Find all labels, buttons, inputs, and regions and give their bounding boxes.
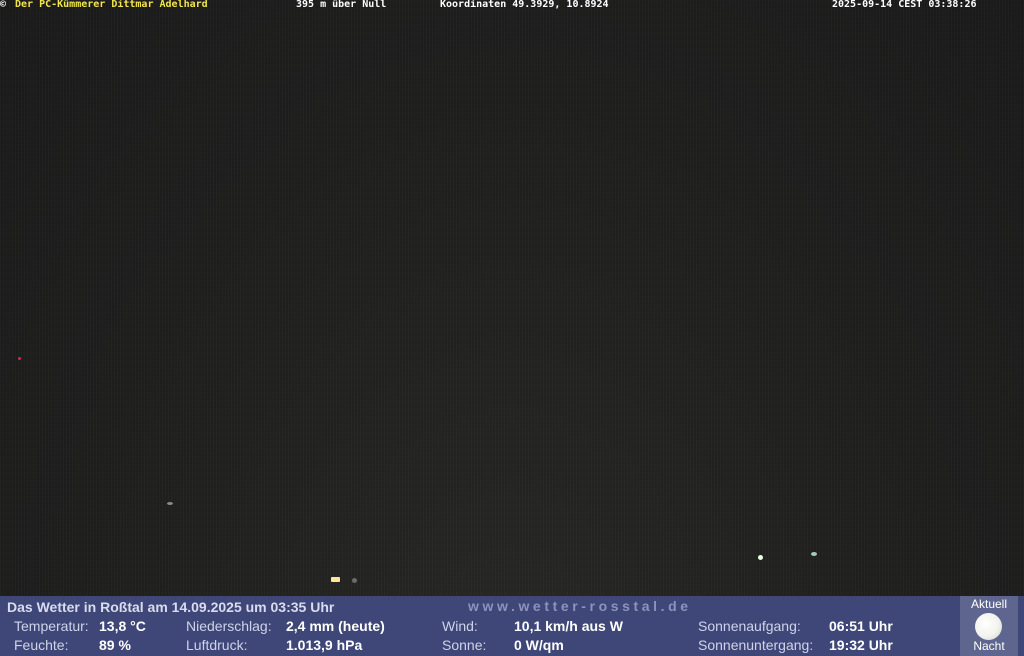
street-light	[18, 357, 21, 360]
label-temperatur: Temperatur:	[14, 618, 89, 634]
value-sonnenaufgang: 06:51 Uhr	[829, 618, 893, 634]
street-light	[352, 578, 357, 583]
value-niederschlag: 2,4 mm (heute)	[286, 618, 385, 634]
street-light	[331, 577, 340, 582]
moon-label-top: Aktuell	[970, 597, 1008, 611]
label-niederschlag: Niederschlag:	[186, 618, 272, 634]
webcam-image	[0, 0, 1024, 596]
weather-title: Das Wetter in Roßtal am 14.09.2025 um 03…	[7, 599, 335, 615]
label-feuchte: Feuchte:	[14, 637, 69, 653]
label-sonnenaufgang: Sonnenaufgang:	[698, 618, 801, 634]
moon-label-bottom: Nacht	[973, 639, 1005, 653]
owner-name: Der PC-Kümmerer Dittmar Adelhard	[15, 0, 208, 10]
street-light	[811, 552, 817, 556]
value-sonne: 0 W/qm	[514, 637, 564, 653]
label-wind: Wind:	[442, 618, 478, 634]
label-sonnenuntergang: Sonnenuntergang:	[698, 637, 814, 653]
label-luftdruck: Luftdruck:	[186, 637, 248, 653]
street-light	[758, 555, 763, 560]
value-sonnenuntergang: 19:32 Uhr	[829, 637, 893, 653]
moon-icon	[975, 613, 1002, 640]
copyright-icon: ©	[0, 0, 7, 10]
value-temperatur: 13,8 °C	[99, 618, 146, 634]
value-feuchte: 89 %	[99, 637, 131, 653]
timestamp-text: 2025-09-14 CEST 03:38:26	[832, 0, 977, 10]
coordinates-text: Koordinaten 49.3929, 10.8924	[440, 0, 609, 10]
altitude-text: 395 m über Null	[296, 0, 387, 10]
value-wind: 10,1 km/h aus W	[514, 618, 623, 634]
label-sonne: Sonne:	[442, 637, 487, 653]
overlay-header: © Der PC-Kümmerer Dittmar Adelhard 395 m…	[0, 0, 1024, 11]
moon-phase-box: Aktuell Nacht	[960, 596, 1018, 656]
street-light	[167, 502, 173, 505]
website-link[interactable]: www.wetter-rosstal.de	[468, 598, 692, 614]
value-luftdruck: 1.013,9 hPa	[286, 637, 363, 653]
